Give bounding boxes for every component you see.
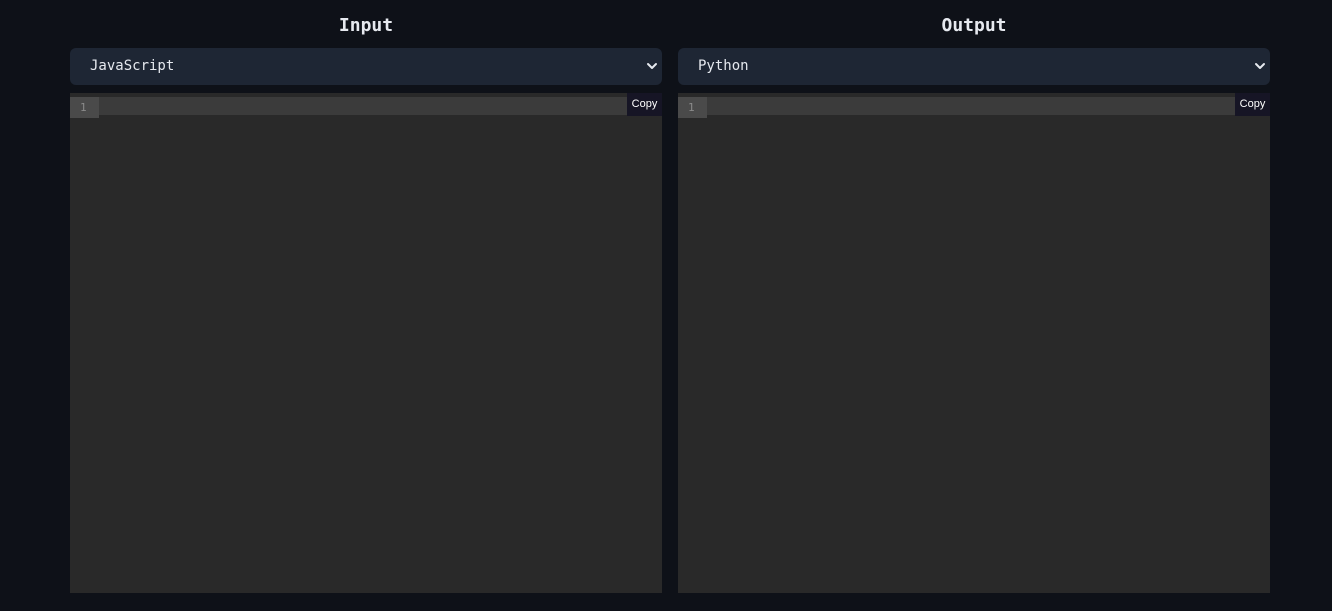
- output-panel: Output Python 1 Copy: [678, 0, 1270, 593]
- input-copy-button[interactable]: Copy: [627, 93, 662, 116]
- output-copy-button[interactable]: Copy: [1235, 93, 1270, 116]
- input-panel: Input JavaScript 1 Copy: [70, 0, 662, 593]
- output-line-gutter: [678, 93, 707, 593]
- input-title: Input: [338, 15, 394, 36]
- chevron-down-icon: [1255, 63, 1265, 69]
- output-language-select[interactable]: Python: [678, 48, 1270, 85]
- input-line-number: 1: [80, 101, 87, 114]
- output-code-editor[interactable]: 1 Copy: [678, 93, 1270, 593]
- input-language-select[interactable]: JavaScript: [70, 48, 662, 85]
- input-language-value: JavaScript: [90, 58, 175, 74]
- output-line-number: 1: [688, 101, 695, 114]
- input-line-gutter: [70, 93, 99, 593]
- input-code-editor[interactable]: 1 Copy: [70, 93, 662, 593]
- code-converter-app: Input JavaScript 1 Copy Output Python 1 …: [0, 0, 1332, 611]
- output-language-value: Python: [698, 58, 749, 74]
- input-active-line: [70, 97, 662, 115]
- chevron-down-icon: [647, 63, 657, 69]
- output-active-line: [678, 97, 1270, 115]
- output-title: Output: [941, 15, 1007, 36]
